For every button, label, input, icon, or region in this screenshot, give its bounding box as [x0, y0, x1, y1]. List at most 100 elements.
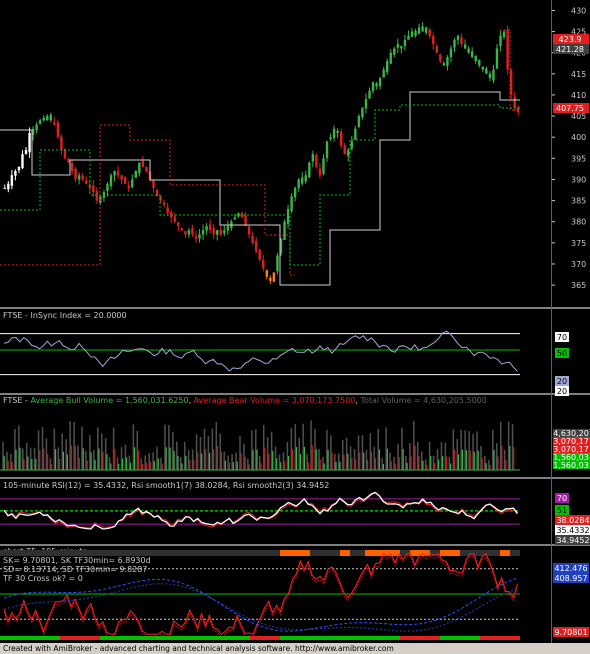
price-candle-body: [428, 29, 431, 36]
stoch-top-band-signal: [440, 550, 460, 556]
price-candle-body: [258, 249, 261, 260]
price-candle-body: [226, 225, 230, 231]
price-candle-body: [297, 179, 300, 188]
price-candle-body: [60, 136, 63, 150]
price-candle-body: [49, 114, 53, 121]
price-candle-body: [368, 90, 371, 99]
price-candle-body: [293, 187, 297, 198]
price-candle-body: [371, 82, 375, 91]
volume-title-bear: Average Bear Volume = 3,070,173.7500: [194, 396, 356, 405]
price-candle-body: [421, 26, 424, 32]
price-candle-body: [315, 155, 318, 167]
stochastic-pane[interactable]: chart TF :105-minute SK= 9.70801, SK TF3…: [0, 547, 589, 640]
price-value-box-label: 421.28: [556, 45, 584, 54]
price-candle-body: [375, 83, 378, 87]
price-candle-body: [254, 240, 258, 252]
price-candle-body: [3, 187, 6, 189]
price-candle-body: [343, 145, 346, 155]
price-axis-label: 365: [571, 281, 586, 290]
price-candle-body: [198, 234, 201, 239]
stoch-sd-tf30-line: [3, 583, 518, 632]
price-candle-body: [216, 230, 219, 235]
price-candle-body: [205, 225, 208, 231]
price-candle-body: [14, 171, 17, 176]
volume-pane[interactable]: FTSE - Average Bull Volume = 1,560,031.6…: [0, 396, 590, 471]
price-candle-body: [145, 166, 148, 172]
rsi-pane[interactable]: 105-minute RSI(12) = 35.4332, Rsi smooth…: [0, 481, 590, 545]
stoch-title-line2: SK= 9.70801, SK TF30min= 6.8930d: [3, 556, 151, 565]
price-candle-body: [265, 270, 269, 277]
price-candle-body: [318, 168, 322, 176]
price-candle-body: [10, 175, 14, 186]
stoch-sk-tf30-line: [3, 577, 518, 632]
price-candle-body: [403, 40, 407, 46]
stoch-top-band-signal: [340, 550, 350, 556]
price-candle-body: [109, 175, 113, 187]
price-candle-body: [24, 149, 28, 154]
price-axis-label: 375: [571, 239, 586, 248]
price-axis-label: 405: [571, 112, 586, 121]
price-axis-label: 410: [571, 91, 586, 100]
price-candle-body: [138, 162, 141, 174]
price-resistance-dotted: [0, 124, 295, 276]
price-candle-body: [439, 54, 442, 62]
price-candle-body: [449, 48, 453, 58]
price-candle-body: [442, 63, 446, 66]
rsi-value-box-label: 34.9452: [556, 536, 589, 545]
price-pane[interactable]: [0, 22, 520, 286]
insync-title: FTSE - InSync Index = 20.0000: [3, 311, 127, 320]
price-candle-body: [322, 158, 325, 174]
rsi-smooth-line: [3, 492, 518, 528]
price-candle-body: [470, 51, 474, 57]
price-candle-body: [28, 132, 31, 153]
price-candle-body: [46, 116, 49, 121]
price-axis-label: 415: [571, 70, 586, 79]
insync-pane[interactable]: FTSE - InSync Index = 20.0000 70 50 2020: [0, 311, 569, 396]
stoch-bottom-band-signal: [60, 636, 100, 640]
price-candle-body: [251, 235, 254, 243]
rsi-value-box-label: 70: [557, 494, 567, 503]
price-value-box-label: 423.9: [559, 35, 582, 44]
price-candle-body: [336, 130, 339, 133]
price-candle-body: [417, 27, 421, 34]
rsi-value-box-label: 38.0284: [556, 516, 589, 525]
price-candle-body: [495, 48, 499, 69]
price-candle-body: [123, 177, 127, 184]
price-candle-body: [396, 44, 400, 48]
stoch-bottom-band-signal: [480, 636, 520, 640]
price-candle-body: [347, 149, 350, 156]
price-candle-body: [506, 29, 509, 70]
price-candle-body: [21, 154, 24, 169]
price-candle-body: [485, 68, 488, 74]
price-candle-body: [74, 168, 77, 180]
price-candle-body: [378, 78, 382, 87]
price-axis-label: 430: [571, 6, 586, 15]
pane-separators: [0, 0, 590, 643]
price-candle-body: [223, 230, 226, 234]
insync-value-box-label: 20: [557, 377, 567, 386]
price-candle-body: [77, 175, 81, 180]
price-candle-body: [453, 40, 456, 48]
price-candle-body: [456, 35, 460, 41]
price-axis-label: 380: [571, 218, 586, 227]
insync-value-box-label: 50: [557, 349, 567, 358]
price-value-box-label: 407.75: [556, 104, 584, 113]
price-candle-body: [67, 158, 70, 163]
price-candle-body: [389, 52, 392, 64]
price-candle-body: [201, 230, 205, 235]
price-candle-body: [17, 166, 21, 171]
stoch-value-box-label: 412.476: [554, 564, 587, 573]
price-candle-body: [460, 37, 463, 45]
price-candle-body: [474, 55, 477, 62]
price-candle-body: [276, 255, 279, 272]
volume-title-bull: Average Bull Volume = 1,560,031.6250: [30, 396, 188, 405]
stoch-title-line4: TF 30 Cross ok? = 0: [2, 574, 83, 583]
price-candle-body: [131, 179, 134, 188]
stoch-bottom-band-signal: [400, 636, 440, 640]
price-candle-body: [191, 228, 194, 235]
insync-value-box-label: 70: [557, 333, 567, 342]
price-candle-body: [180, 228, 184, 231]
chart-canvas[interactable]: 4304254204154104054003953903853803753703…: [0, 0, 590, 654]
price-candle-body: [325, 141, 329, 158]
volume-title-total: Total Volume = 4,630,205.5000: [359, 396, 486, 405]
